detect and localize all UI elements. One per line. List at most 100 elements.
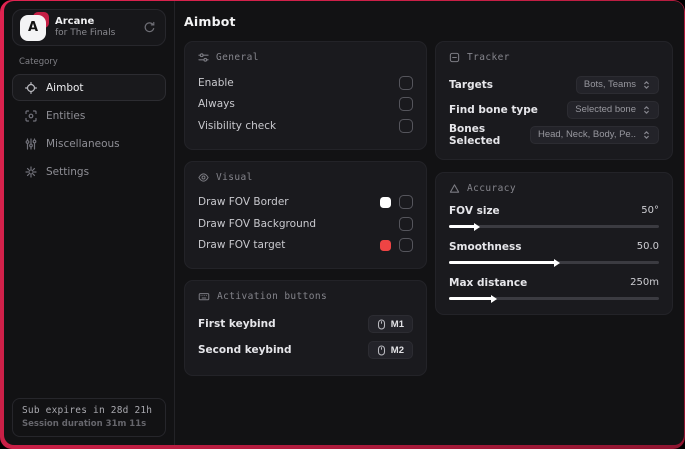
sidebar-item-label: Miscellaneous [46,137,120,150]
equalizer-icon [25,137,37,150]
find-bone-type-value: Selected bone [575,104,636,115]
sub-expiry-text: Sub expires in 28d 21h [22,405,153,416]
visibility-check-checkbox[interactable] [399,118,413,133]
always-label: Always [198,98,235,111]
brand-title: Arcane [55,15,95,27]
sidebar-nav: Aimbot Entities Miscellaneous Settings [12,74,166,185]
accuracy-card: Accuracy FOV size 50° Smoothness 50.0 Ma… [435,172,673,315]
find-bone-type-label: Find bone type [449,103,538,116]
always-checkbox[interactable] [399,97,413,112]
sidebar-item-label: Settings [46,165,90,178]
fov-border-color-swatch[interactable] [380,196,391,208]
general-card: General Enable Always Visibility check [184,41,427,150]
category-label: Category [19,57,58,67]
sidebar-item-aimbot[interactable]: Aimbot [12,74,166,101]
setting-group-fov-size: FOV size 50° [449,203,659,231]
scan-icon [25,109,37,122]
second-keybind-button[interactable]: M2 [367,341,413,359]
setting-row-bones-selected: Bones Selected Head, Neck, Body, Pe.. [449,122,659,147]
first-keybind-button[interactable]: M1 [367,315,413,333]
targets-value: Bots, Teams [583,79,636,90]
slider-thumb[interactable] [474,222,481,231]
sidebar: A Arcane for The Finals Category Aimbot … [4,1,175,445]
max-distance-slider[interactable] [449,294,659,303]
first-keybind-label: First keybind [198,318,276,330]
eye-icon [198,172,209,183]
tracker-card: Tracker Targets Bots, Teams Find bone ty… [435,41,673,160]
logo-letter: A [20,14,46,41]
chevrons-up-down-icon [642,80,651,90]
visual-card: Visual Draw FOV Border Draw FOV Backgrou… [184,160,427,269]
smoothness-value: 50.0 [636,241,659,252]
sliders-icon [198,52,209,63]
activation-card: Activation buttons First keybind M1 Seco… [184,280,427,376]
gear-icon [25,165,37,178]
refresh-icon[interactable] [143,21,156,34]
setting-row-fov-background: Draw FOV Background [198,213,413,235]
max-distance-value: 250m [630,277,659,288]
general-card-title: General [216,52,259,63]
visual-card-title: Visual [216,171,253,183]
bones-selected-select[interactable]: Head, Neck, Body, Pe.. [529,125,659,144]
fov-size-slider[interactable] [449,222,659,231]
fov-background-checkbox[interactable] [399,216,413,231]
frame-dash-icon [449,52,460,63]
brand-card: A Arcane for The Finals [12,9,166,46]
second-keybind-value: M2 [390,344,404,356]
enable-checkbox[interactable] [399,75,413,90]
sidebar-item-miscellaneous[interactable]: Miscellaneous [12,130,166,157]
setting-row-enable: Enable [198,72,413,94]
app-logo: A [20,11,49,41]
main-content: Aimbot General Enable Always Visibility … [175,1,684,445]
fov-target-label: Draw FOV target [198,239,286,252]
smoothness-slider[interactable] [449,258,659,267]
sidebar-item-entities[interactable]: Entities [12,102,166,129]
setting-row-first-keybind: First keybind M1 [198,311,413,337]
fov-target-checkbox[interactable] [399,238,413,253]
triangle-icon [449,183,460,194]
mouse-icon [377,318,386,330]
brand-subtitle: for The Finals [55,28,116,39]
setting-row-find-bone-type: Find bone type Selected bone [449,97,659,122]
find-bone-type-select[interactable]: Selected bone [567,100,659,119]
setting-row-fov-target: Draw FOV target [198,235,413,257]
bones-selected-value: Head, Neck, Body, Pe.. [537,129,636,140]
chevrons-up-down-icon [642,130,651,140]
setting-row-visibility-check: Visibility check [198,115,413,137]
fov-size-label: FOV size [449,204,500,217]
session-duration-text: Session duration 31m 11s [22,419,147,429]
targets-label: Targets [449,78,493,91]
targets-select[interactable]: Bots, Teams [575,75,659,94]
crosshair-icon [25,81,37,94]
bones-selected-label: Bones Selected [449,122,501,147]
window-frame: A Arcane for The Finals Category Aimbot … [0,0,685,449]
sidebar-item-label: Aimbot [46,81,84,94]
setting-row-fov-border: Draw FOV Border [198,192,413,214]
fov-target-color-swatch[interactable] [380,239,391,251]
visibility-check-label: Visibility check [198,119,277,132]
setting-group-max-distance: Max distance 250m [449,275,659,303]
activation-card-title: Activation buttons [217,291,328,302]
fov-border-checkbox[interactable] [399,195,413,210]
second-keybind-label: Second keybind [198,344,292,356]
page-title: Aimbot [184,14,236,29]
keyboard-icon [198,291,210,302]
slider-thumb[interactable] [491,294,498,303]
first-keybind-value: M1 [390,318,404,330]
sidebar-item-label: Entities [46,109,86,122]
tracker-card-title: Tracker [467,52,510,63]
slider-thumb[interactable] [554,258,561,267]
setting-row-second-keybind: Second keybind M2 [198,337,413,363]
app-window: A Arcane for The Finals Category Aimbot … [4,1,684,445]
max-distance-label: Max distance [449,276,528,289]
fov-background-label: Draw FOV Background [198,217,317,230]
chevrons-up-down-icon [642,105,651,115]
enable-label: Enable [198,76,234,89]
fov-border-label: Draw FOV Border [198,196,289,209]
sidebar-item-settings[interactable]: Settings [12,158,166,185]
setting-row-always: Always [198,94,413,116]
fov-size-value: 50° [641,205,659,216]
mouse-icon [377,344,386,356]
accuracy-card-title: Accuracy [467,183,516,194]
subscription-status: Sub expires in 28d 21h Session duration … [12,398,166,437]
